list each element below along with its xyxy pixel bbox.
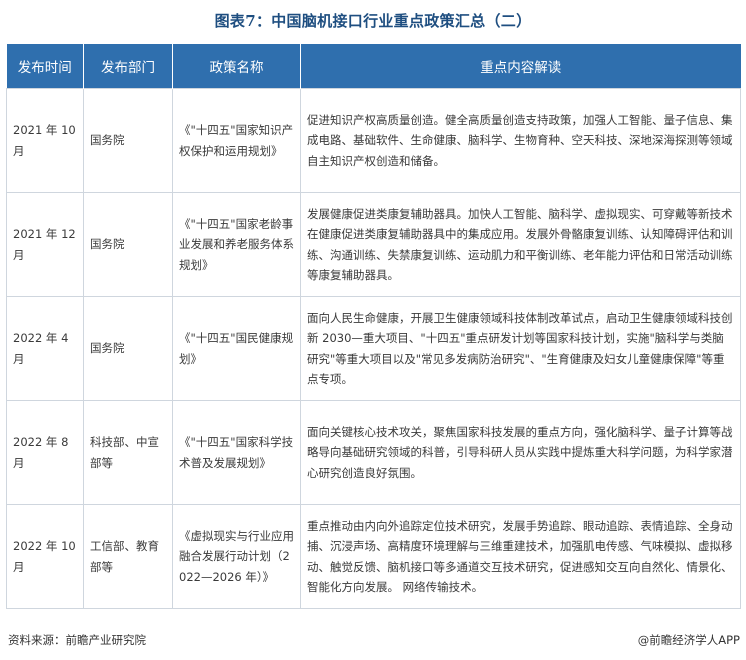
cell-key-content: 面向关键核心技术攻关，聚焦国家科技发展的重点方向，强化脑科学、量子计算等战略导向… [300,400,741,505]
policy-table: 发布时间 发布部门 政策名称 重点内容解读 2021 年 10 月 国务院 《"… [6,44,741,609]
page-title: 图表7：中国脑机接口行业重点政策汇总（二） [214,12,532,30]
table-row: 2021 年 12 月 国务院 《"十四五"国家老龄事业发展和养老服务体系规划》… [6,192,741,297]
cell-dept: 国务院 [83,88,173,193]
header-dept: 发布部门 [83,44,173,89]
cell-dept: 科技部、中宣部等 [83,400,173,505]
header-policy-name: 政策名称 [172,44,301,89]
cell-policy-name: 《"十四五"国家老龄事业发展和养老服务体系规划》 [172,192,301,297]
table-row: 2022 年 10 月 工信部、教育部等 《虚拟现实与行业应用融合发展行动计划（… [6,504,741,609]
cell-date: 2022 年 10 月 [6,504,84,609]
cell-policy-name: 《"十四五"国家知识产权保护和运用规划》 [172,88,301,193]
cell-date: 2022 年 8 月 [6,400,84,505]
header-date: 发布时间 [6,44,84,89]
credit-note: @前瞻经济学人APP [637,633,740,647]
cell-date: 2022 年 4 月 [6,296,84,401]
cell-key-content: 面向人民生命健康，开展卫生健康领域科技体制改革试点，启动卫生健康领域科技创新 2… [300,296,741,401]
cell-policy-name: 《虚拟现实与行业应用融合发展行动计划（2022—2026 年）》 [172,504,301,609]
cell-dept: 国务院 [83,192,173,297]
cell-key-content: 促进知识产权高质量创造。健全高质量创造支持政策，加强人工智能、量子信息、集成电路… [300,88,741,193]
cell-dept: 工信部、教育部等 [83,504,173,609]
table-header-row: 发布时间 发布部门 政策名称 重点内容解读 [6,44,741,89]
cell-key-content: 重点推动由内向外追踪定位技术研究，发展手势追踪、眼动追踪、表情追踪、全身动捕、沉… [300,504,741,609]
cell-policy-name: 《"十四五"国家科学技术普及发展规划》 [172,400,301,505]
header-key-content: 重点内容解读 [300,44,741,89]
table-row: 2022 年 4 月 国务院 《"十四五"国民健康规划》 面向人民生命健康，开展… [6,296,741,401]
cell-key-content: 发展健康促进类康复辅助器具。加快人工智能、脑科学、虚拟现实、可穿戴等新技术在健康… [300,192,741,297]
table-row: 2022 年 8 月 科技部、中宣部等 《"十四五"国家科学技术普及发展规划》 … [6,400,741,505]
cell-date: 2021 年 12 月 [6,192,84,297]
table-row: 2021 年 10 月 国务院 《"十四五"国家知识产权保护和运用规划》 促进知… [6,88,741,193]
cell-dept: 国务院 [83,296,173,401]
cell-date: 2021 年 10 月 [6,88,84,193]
cell-policy-name: 《"十四五"国民健康规划》 [172,296,301,401]
source-note: 资料来源：前瞻产业研究院 [8,633,146,647]
